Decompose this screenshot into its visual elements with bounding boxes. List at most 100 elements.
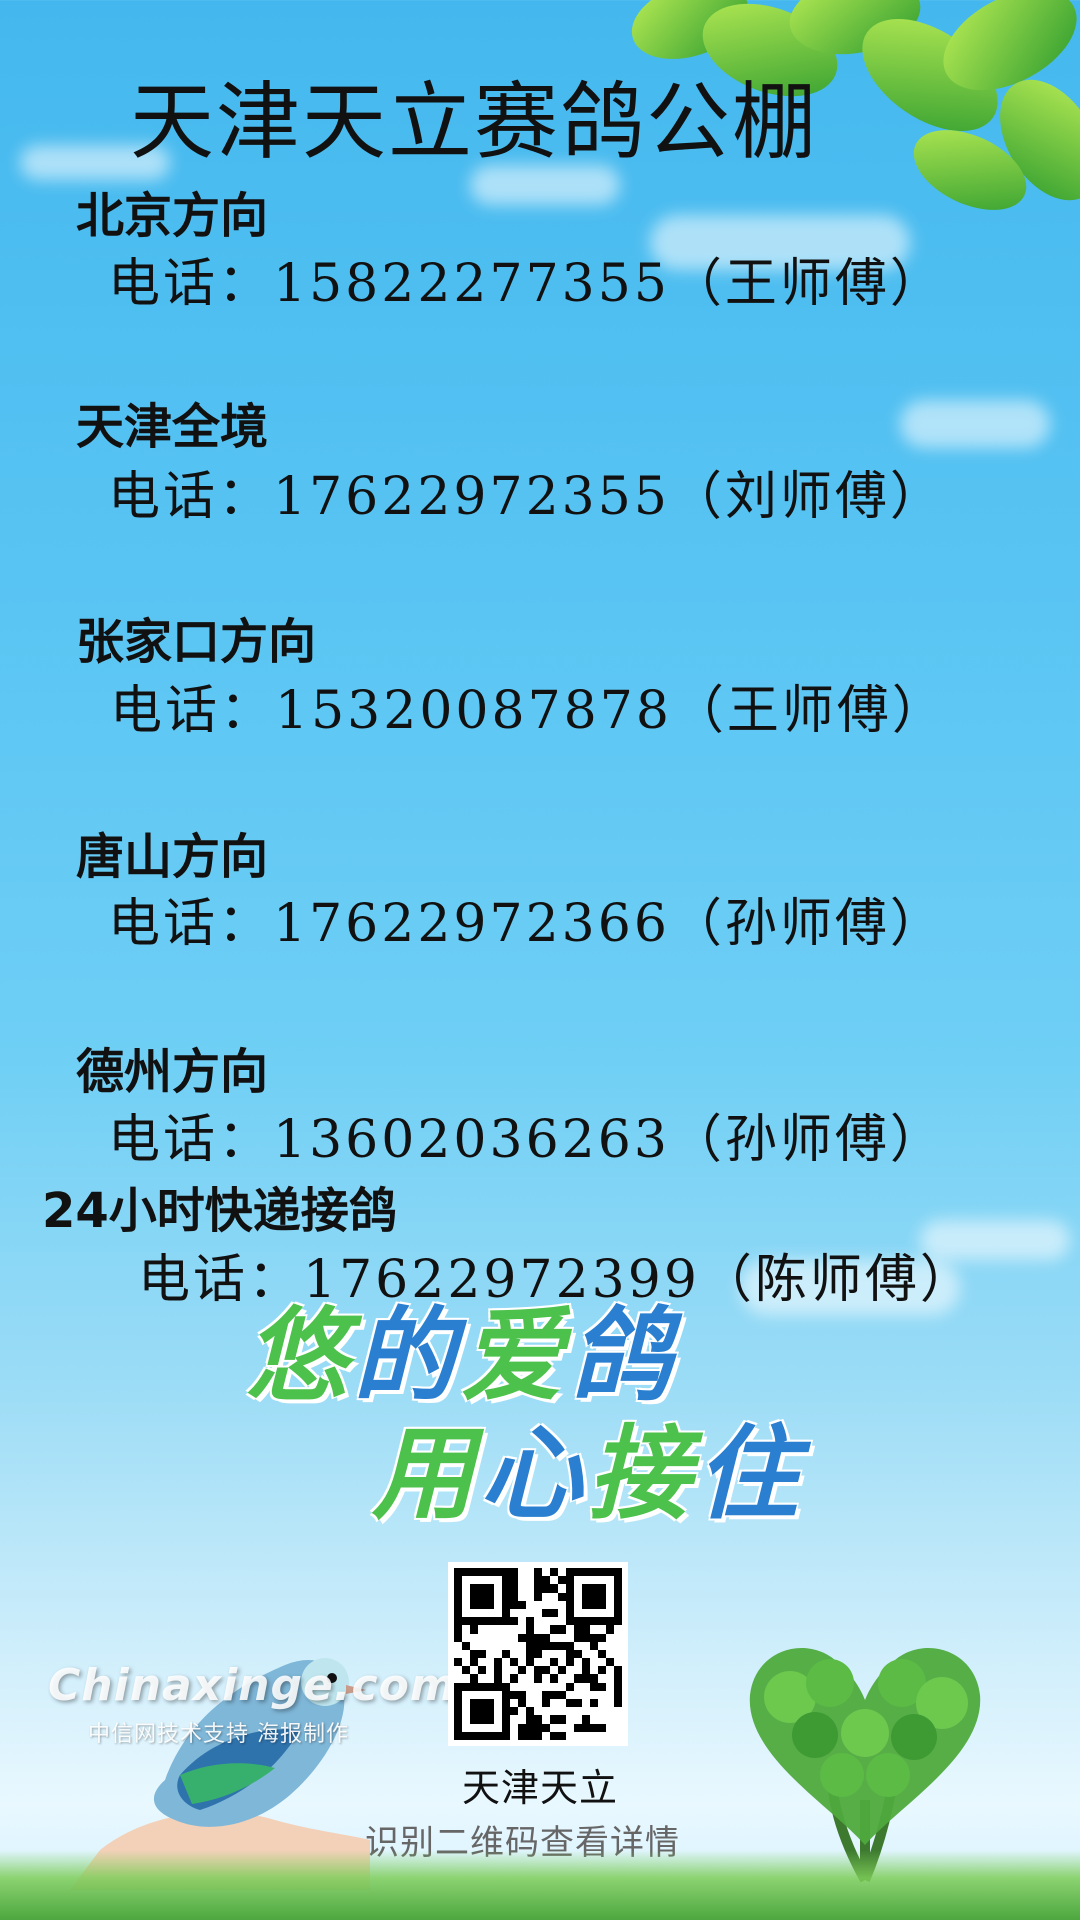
qr-module [598, 1649, 606, 1659]
qr-module [510, 1634, 518, 1642]
qr-module [558, 1641, 566, 1650]
qr-module [510, 1683, 518, 1691]
qr-module [550, 1724, 558, 1732]
qr-finder-module [470, 1715, 478, 1724]
qr-module [470, 1666, 478, 1674]
qr-module [534, 1576, 542, 1585]
qr-finder-module [582, 1568, 590, 1577]
qr-module [550, 1650, 558, 1658]
qr-module [558, 1625, 566, 1634]
qr-module [534, 1683, 542, 1691]
qr-finder-module [462, 1699, 470, 1707]
qr-module [510, 1715, 518, 1723]
qr-finder-module [502, 1690, 510, 1700]
qr-finder-module [590, 1617, 598, 1626]
qr-module [598, 1691, 606, 1699]
qr-finder-module [582, 1617, 590, 1626]
qr-module [614, 1690, 622, 1700]
qr-finder-module [614, 1568, 622, 1577]
qr-finder-module [478, 1609, 486, 1617]
qr-module [534, 1568, 542, 1577]
qr-finder-module [614, 1608, 622, 1618]
qr-module [558, 1576, 566, 1585]
qr-module [542, 1633, 550, 1642]
qr-module [510, 1600, 518, 1609]
qr-finder-module [454, 1600, 462, 1609]
qr-module [478, 1649, 486, 1659]
qr-module [502, 1666, 510, 1674]
qr-finder-module [454, 1592, 462, 1601]
qr-finder-module [478, 1600, 486, 1609]
qr-module [614, 1658, 622, 1666]
qr-finder-module [582, 1592, 590, 1601]
qr-module [606, 1732, 614, 1740]
qr-finder-module [486, 1576, 494, 1584]
qr-finder-module [494, 1691, 502, 1699]
qr-module [574, 1666, 582, 1674]
qr-finder-module [598, 1617, 606, 1626]
qr-finder-module [502, 1600, 510, 1609]
qr-finder-module [478, 1617, 486, 1626]
qr-module [590, 1732, 598, 1740]
qr-module [614, 1666, 622, 1675]
qr-module [534, 1707, 542, 1715]
qr-finder-module [470, 1600, 478, 1609]
qr-module [454, 1658, 462, 1667]
qr-module [582, 1723, 590, 1732]
qr-finder-module [486, 1609, 494, 1617]
qr-module [502, 1658, 510, 1666]
qr-finder-module [606, 1617, 614, 1626]
slogan-line-2-char-1: 用 [372, 1414, 480, 1534]
qr-module [542, 1732, 550, 1740]
qr-module [614, 1699, 622, 1708]
qr-module [470, 1625, 478, 1634]
qr-finder-module [574, 1568, 582, 1577]
qr-module [582, 1674, 590, 1683]
watermark-subtitle: 中信网技术支持 海报制作 [88, 1722, 349, 1747]
qr-module [598, 1674, 606, 1682]
qr-code-icon[interactable] [448, 1562, 628, 1746]
qr-finder-module [494, 1617, 502, 1626]
qr-module [462, 1674, 470, 1682]
qr-finder-module [590, 1609, 598, 1617]
qr-finder-module [478, 1568, 486, 1577]
qr-module [534, 1666, 542, 1675]
qr-module [486, 1625, 494, 1633]
qr-module [518, 1584, 526, 1592]
qr-module [574, 1691, 582, 1699]
qr-module [510, 1732, 518, 1740]
qr-module [550, 1625, 558, 1634]
qr-module [558, 1715, 566, 1724]
qr-module [454, 1625, 462, 1634]
qr-module [494, 1658, 502, 1667]
route-title-dezhou: 德州方向 [76, 1044, 269, 1100]
qr-module [486, 1650, 494, 1658]
qr-module [518, 1609, 526, 1617]
qr-module [566, 1732, 574, 1740]
slogan-line-2-char-3: 接 [588, 1414, 696, 1534]
qr-module [526, 1691, 534, 1699]
qr-module [582, 1666, 590, 1675]
qr-finder-module [566, 1568, 574, 1577]
qr-module [494, 1666, 502, 1675]
qr-module [510, 1617, 518, 1626]
qr-module [526, 1576, 534, 1584]
qr-module [462, 1625, 470, 1633]
qr-module [598, 1723, 606, 1732]
qr-finder-module [486, 1715, 494, 1724]
qr-module [550, 1690, 558, 1700]
qr-finder-module [454, 1584, 462, 1593]
qr-finder-module [486, 1568, 494, 1577]
qr-finder-module [502, 1715, 510, 1724]
qr-finder-module [494, 1601, 502, 1609]
qr-module [582, 1699, 590, 1707]
qr-module [550, 1593, 558, 1601]
qr-module [590, 1707, 598, 1715]
qr-finder-module [470, 1682, 478, 1691]
qr-module [558, 1601, 566, 1609]
qr-finder-module [502, 1617, 510, 1626]
qr-module [590, 1723, 598, 1732]
qr-finder-module [606, 1576, 614, 1584]
qr-module [598, 1666, 606, 1675]
qr-finder-module [454, 1690, 462, 1700]
